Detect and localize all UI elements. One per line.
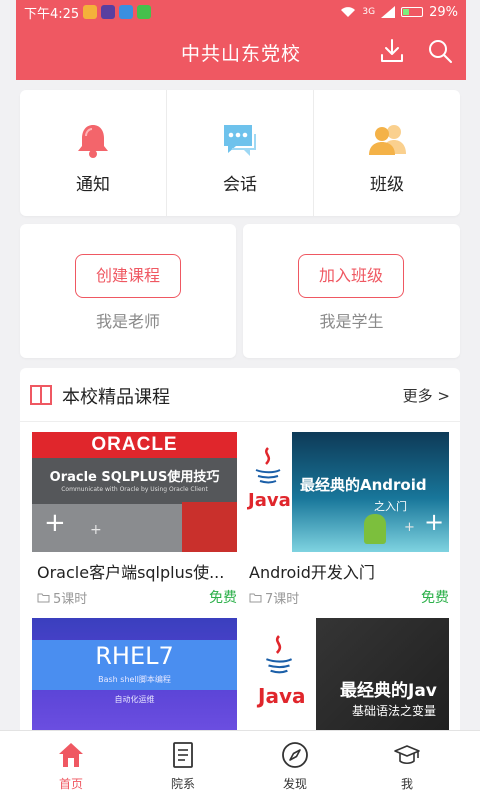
more-link[interactable]: 更多 > [403,385,450,406]
price-tag: 免费 [421,590,449,606]
student-caption: 我是学生 [319,312,384,331]
course-thumbnail: ORACLE Oracle SQLPLUS使用技巧 Communicate wi… [32,432,237,552]
thumb-subtitle: 之入门 [374,500,407,513]
course-card[interactable]: Java 最经典的Android 之入门 + + Android开发入门 7课时… [244,432,449,617]
signal-icon [381,6,396,18]
notification-app-icon [101,5,116,19]
wifi-icon [341,7,356,17]
thumb-headline: 最经典的Jav [340,681,437,701]
graduation-cap-icon [394,745,420,765]
course-thumbnail: Java 最经典的Jav 基础语法之变量 [244,618,449,730]
thumb-headline: 最经典的Android [300,476,427,494]
bottom-navigation: 首页 院系 发现 我 [0,730,480,800]
java-logo-icon [266,635,293,674]
quick-action-notice[interactable]: 通知 [20,90,166,216]
quick-action-chat[interactable]: 会话 [167,90,313,216]
battery-icon [401,7,424,17]
featured-courses-header: 本校精品课程 更多 > [20,368,460,422]
nav-label: 院系 [170,777,195,791]
thumb-headline: Oracle SQLPLUS使用技巧 [49,470,220,485]
battery-level: 29% [429,4,458,20]
teacher-card: 创建课程 我是老师 [20,224,236,358]
folder-icon [37,593,50,602]
bell-icon [78,125,108,158]
book-icon [173,742,193,768]
book-open-icon [30,385,52,405]
course-thumbnail: Java 最经典的Android 之入门 + + [244,432,449,552]
thumb-subtitle-2: 自动化运维 [114,695,155,704]
notification-app-icon [119,5,134,19]
course-grid: ORACLE Oracle SQLPLUS使用技巧 Communicate wi… [20,422,460,730]
thumb-brand: Java [248,490,291,511]
thumb-subtitle: 基础语法之变量 [352,704,437,718]
nav-discover[interactable]: 发现 [235,731,355,800]
lesson-count-text: 7课时 [265,592,300,607]
course-thumbnail: RHEL7 Bash shell脚本编程 自动化运维 [32,618,237,730]
thumb-brand: Java [258,684,306,708]
notification-app-icon [137,5,152,19]
quick-actions-card: 通知 会话 班级 [20,90,460,216]
nav-label: 首页 [58,777,83,791]
nav-me[interactable]: 我 [347,731,467,800]
java-logo-icon [255,447,281,484]
course-title: Oracle客户端sqlplus使... [37,563,225,582]
status-time: 下午4:25 [24,6,80,22]
folder-icon [249,593,262,602]
course-title: Android开发入门 [249,563,375,582]
chat-icon [224,125,256,156]
nav-departments[interactable]: 院系 [123,731,243,800]
nav-home[interactable]: 首页 [11,731,131,800]
network-type: 3G [362,7,376,17]
quick-action-label: 会话 [223,175,257,195]
price-tag: 免费 [209,590,237,606]
lesson-count-text: 5课时 [53,592,88,607]
lesson-count: 7课时 [249,588,299,607]
thumb-brand: ORACLE [32,432,237,458]
create-course-button[interactable]: 创建课程 [75,254,181,298]
lesson-count: 5课时 [37,588,87,607]
android-figure [364,514,386,544]
compass-icon [282,742,308,768]
thumb-subtitle: Communicate with Oracle by Using Oracle … [61,486,208,493]
student-card: 加入班级 我是学生 [243,224,460,358]
download-icon[interactable] [378,37,406,65]
join-class-button[interactable]: 加入班级 [298,254,404,298]
quick-action-class[interactable]: 班级 [314,90,460,216]
notification-app-icon [83,5,98,19]
search-icon[interactable] [426,37,454,65]
status-bar: 下午4:25 3G 29% [16,0,466,24]
nav-label: 发现 [282,777,307,791]
home-icon [59,743,83,767]
thumb-headline: RHEL7 [95,642,174,670]
course-card[interactable]: ORACLE Oracle SQLPLUS使用技巧 Communicate wi… [32,432,237,617]
course-card[interactable]: Java 最经典的Jav 基础语法之变量 [244,618,449,730]
thumb-subtitle: Bash shell脚本编程 [98,675,171,684]
nav-label: 我 [400,777,413,791]
quick-action-label: 班级 [370,175,404,195]
quick-action-label: 通知 [76,175,110,195]
section-title: 本校精品课程 [62,387,170,408]
people-icon [369,125,406,155]
app-header: 中共山东党校 [16,24,466,80]
teacher-caption: 我是老师 [95,312,160,331]
course-card[interactable]: RHEL7 Bash shell脚本编程 自动化运维 [32,618,237,730]
